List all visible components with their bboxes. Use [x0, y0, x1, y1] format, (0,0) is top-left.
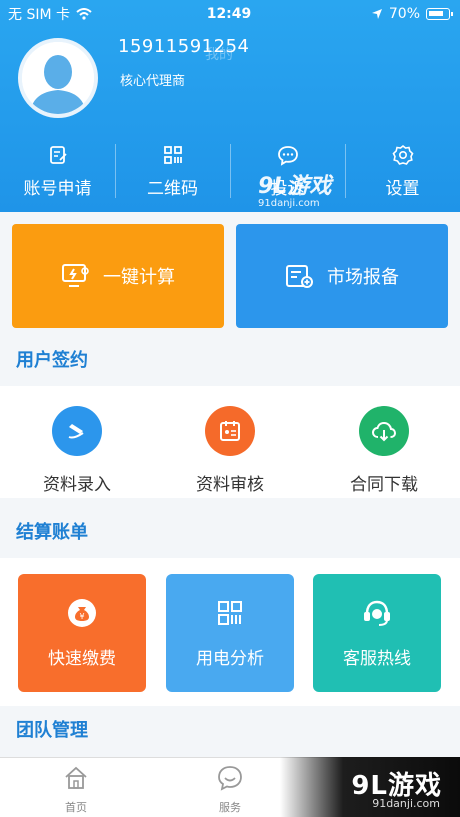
pen-write-icon: [68, 424, 84, 439]
settings-button[interactable]: 设置: [345, 140, 460, 202]
clock: 12:49: [206, 6, 252, 22]
report-label: 市场报备: [327, 267, 399, 288]
user-silhouette-icon: [22, 42, 94, 114]
power-analysis-button[interactable]: 用电分析: [166, 574, 294, 692]
service-hotline-label: 客服热线: [343, 648, 411, 669]
calendar-id-icon: [220, 421, 240, 441]
watermark-overlay-top: 9L游戏 91danji.com: [258, 168, 331, 209]
battery-icon: [426, 8, 453, 20]
faint-page-label: 我的: [205, 47, 233, 63]
status-bar: 无 SIM 卡 12:49 70%: [8, 4, 453, 24]
section-title-billing: 结算账单: [16, 522, 88, 543]
gear-icon: [392, 144, 413, 165]
data-entry-badge: [52, 406, 102, 456]
headset-icon: [364, 600, 390, 626]
report-add-icon: [286, 265, 313, 288]
smile-chat-icon: [218, 766, 242, 791]
data-entry-label: 资料录入: [43, 475, 111, 495]
watermark-overlay: 9L游戏 91danji.com: [280, 757, 460, 817]
qrcode-button[interactable]: 二维码: [115, 140, 230, 202]
avatar[interactable]: [18, 38, 98, 118]
svg-text:¥: ¥: [79, 612, 84, 621]
chat-icon: [277, 145, 298, 166]
one-click-calc-button[interactable]: 一键计算: [12, 224, 224, 328]
user-role: 核心代理商: [120, 74, 186, 89]
quick-pay-button[interactable]: ¥ 快速缴费: [18, 574, 146, 692]
home-icon: [65, 766, 87, 789]
watermark-site: 91danji.com: [372, 797, 440, 810]
calc-label: 一键计算: [103, 267, 175, 288]
qrcode-grid-icon: [218, 600, 242, 625]
top-menu: 账号申请 二维码 投诉 设置: [0, 140, 460, 202]
calculator-monitor-icon: [62, 264, 89, 287]
contract-download-label: 合同下载: [350, 475, 418, 495]
data-review-label: 资料审核: [196, 475, 264, 495]
profile-header: 无 SIM 卡 12:49 70% 15911591254 核心代理商 我的 账…: [0, 0, 460, 212]
data-review-button[interactable]: 资料审核: [175, 406, 285, 495]
data-review-badge: [205, 406, 255, 456]
tab-service-label: 服务: [219, 801, 241, 814]
qrcode-icon: [163, 145, 182, 164]
edit-icon: [49, 145, 67, 164]
tab-home[interactable]: 首页: [36, 764, 116, 815]
contract-download-badge: [359, 406, 409, 456]
top-menu-label: 二维码: [147, 178, 198, 199]
quick-pay-label: 快速缴费: [48, 648, 116, 669]
account-apply-button[interactable]: 账号申请: [0, 140, 115, 202]
section-title-team: 团队管理: [16, 720, 88, 741]
tab-service[interactable]: 服务: [190, 764, 270, 815]
top-menu-label: 账号申请: [23, 178, 92, 199]
money-bag-icon: ¥: [68, 598, 96, 627]
bottom-tab-bar: 首页 服务 9L游戏 91danji.com: [0, 757, 460, 817]
tab-home-label: 首页: [65, 801, 87, 814]
power-analysis-label: 用电分析: [196, 648, 264, 669]
section-title-signing: 用户签约: [16, 350, 88, 371]
service-hotline-button[interactable]: 客服热线: [313, 574, 441, 692]
market-report-button[interactable]: 市场报备: [236, 224, 448, 328]
top-menu-label: 设置: [385, 178, 420, 199]
data-entry-button[interactable]: 资料录入: [22, 406, 132, 495]
cloud-download-icon: [371, 421, 397, 442]
watermark-brand: 9L游戏: [258, 174, 332, 199]
contract-download-button[interactable]: 合同下载: [329, 406, 439, 495]
